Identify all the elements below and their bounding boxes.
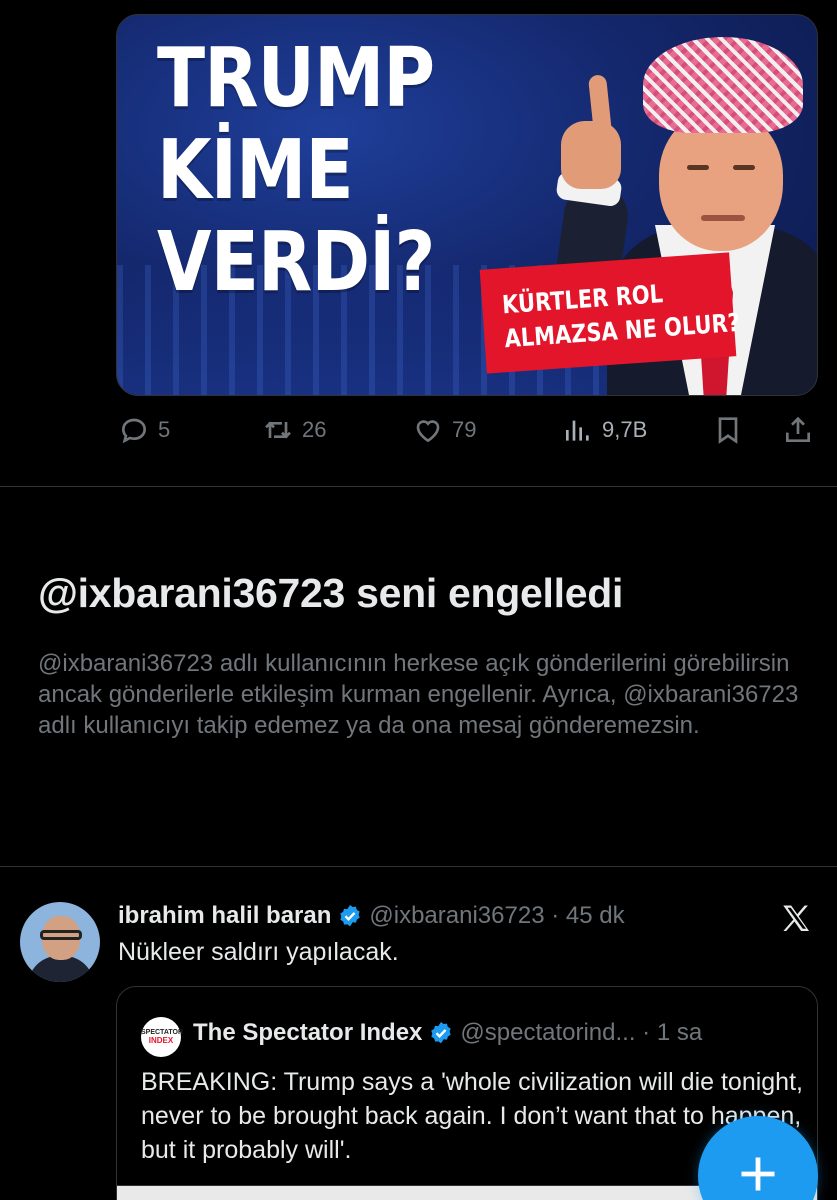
divider xyxy=(0,486,837,487)
tweet-action-bar: 5 26 79 9,7B xyxy=(116,410,818,450)
avatar[interactable] xyxy=(20,902,100,982)
bookmark-icon xyxy=(718,417,738,444)
views-button[interactable]: 9,7B xyxy=(562,410,647,450)
plus-icon xyxy=(741,1157,775,1191)
headline-line-2: KİME xyxy=(157,123,354,218)
quote-avatar-bottom: INDEX xyxy=(148,1036,174,1045)
views-count: 9,7B xyxy=(602,417,648,442)
blocked-description: @ixbarani36723 adlı kullanıcının herkese… xyxy=(38,650,799,739)
quote-handle-time[interactable]: @spectatorind... · 1 sa xyxy=(460,1019,702,1047)
verified-badge-icon xyxy=(431,1021,452,1044)
repost-count: 26 xyxy=(302,417,327,442)
tweet-text: Nükleer saldırı yapılacak. xyxy=(118,938,399,966)
bookmark-button[interactable] xyxy=(712,410,744,450)
repost-icon xyxy=(265,421,291,439)
x-logo-icon[interactable] xyxy=(778,902,814,936)
headline-line-3: VERDİ? xyxy=(157,215,435,310)
quote-author-name[interactable]: The Spectator Index xyxy=(193,1019,422,1047)
tweet-header: ibrahim halil baran @ixbarani36723 · 45 … xyxy=(118,900,625,932)
like-button[interactable]: 79 xyxy=(412,410,476,450)
media-headline: TRUMP KİME VERDİ? xyxy=(157,33,435,309)
share-icon xyxy=(786,416,810,442)
reply-button[interactable]: 5 xyxy=(118,410,170,450)
reply-count: 5 xyxy=(158,417,171,442)
blocked-title: @ixbarani36723 seni engelledi xyxy=(38,570,624,616)
author-handle-time[interactable]: @ixbarani36723 · 45 dk xyxy=(369,902,624,930)
views-icon xyxy=(566,420,589,441)
reply-icon xyxy=(121,418,147,444)
media-tag: KÜRTLER ROL ALMAZSA NE OLUR? xyxy=(479,252,741,374)
tweet-media-image[interactable]: TRUMP KİME VERDİ? KÜRTLER ROL ALMAZSA NE… xyxy=(116,14,818,396)
quote-avatar-top: SPECTATOR xyxy=(141,1029,184,1036)
share-button[interactable] xyxy=(782,410,814,450)
verified-badge-icon xyxy=(340,904,361,927)
headline-line-1: TRUMP xyxy=(157,31,435,126)
like-count: 79 xyxy=(452,417,477,442)
quote-avatar[interactable]: SPECTATOR INDEX xyxy=(141,1017,184,1057)
like-icon xyxy=(416,420,440,443)
author-name[interactable]: ibrahim halil baran xyxy=(118,902,331,930)
divider xyxy=(0,866,837,867)
repost-button[interactable]: 26 xyxy=(262,410,326,450)
kurdish-headscarf xyxy=(643,37,803,133)
quote-header: The Spectator Index @spectatorind... · 1… xyxy=(193,1017,702,1049)
